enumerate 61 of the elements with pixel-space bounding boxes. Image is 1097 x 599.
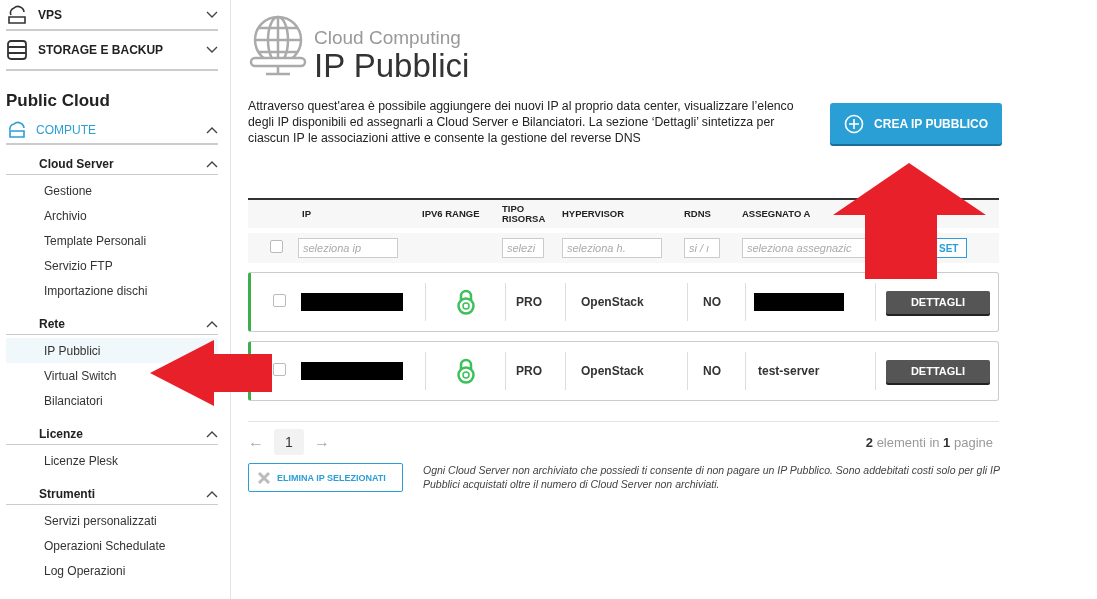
column-header: RDNS	[684, 209, 712, 219]
table-cell: OpenStack	[581, 364, 644, 378]
table-cell: test-server	[758, 364, 820, 378]
lock-icon	[455, 358, 476, 384]
table-cell: NO	[703, 364, 721, 378]
cloud-server-icon	[6, 121, 28, 139]
group-menu-item[interactable]: Cloud Server	[6, 145, 218, 175]
column-header: ASSEGNATO A	[742, 209, 812, 219]
column-header: HYPERVISOR	[562, 209, 626, 219]
sidebar-item[interactable]: Gestione	[6, 178, 99, 203]
sidebar-item[interactable]: Importazione dischi	[6, 278, 154, 303]
column-header: TIPO RISORSA	[502, 204, 547, 224]
chevron-down-icon[interactable]	[206, 46, 218, 54]
page-description: Attraverso quest'area è possibile aggiungere dei nuovi IP al proprio data center, visualizzare l’elenco degli IP disponibili ed assegnarli a Cloud Server e Bilanciatori. La sezione ‘Dettagli’ sintetizza per ciascun IP le associazioni attive e consente la gestione del reverse DNS	[248, 98, 795, 146]
hypervisor-filter-field[interactable]: seleziona h.	[562, 238, 662, 258]
assigned-filter-field[interactable]: seleziona assegnazic	[742, 238, 866, 258]
sidebar-item[interactable]: Operazioni Schedulate	[6, 533, 172, 558]
sidebar-item[interactable]: Virtual Switch	[6, 363, 123, 388]
section-heading: Public Cloud	[6, 91, 111, 111]
sidebar-item[interactable]: Servizio FTP	[6, 253, 119, 278]
chevron-up-icon[interactable]	[206, 429, 218, 438]
select-all-checkbox[interactable]	[270, 240, 283, 253]
details-button[interactable]: DETTAGLI	[886, 290, 990, 314]
table-cell: NO	[703, 295, 721, 309]
row-checkbox[interactable]	[273, 294, 286, 307]
sidebar-item[interactable]: Bilanciatori	[6, 388, 109, 413]
storage-icon	[6, 39, 28, 61]
plus-circle-icon	[844, 113, 865, 134]
cloud-server-icon	[6, 4, 28, 25]
sidebar-item[interactable]: Licenze Plesk	[6, 448, 125, 473]
group-menu-item[interactable]: Strumenti	[6, 475, 218, 505]
table-cell: OpenStack	[581, 295, 644, 309]
info-note: Ogni Cloud Server non archiviato che possiedi ti consente di non pagare un IP Pubblico. Sono addebitati costi solo per gli IP Pubblici acquistati oltre il numero di Cloud Server non archiviati.	[423, 463, 1001, 491]
group-menu-item[interactable]: Rete	[6, 305, 218, 335]
table-cell: PRO	[516, 295, 542, 309]
table-cell: PRO	[516, 364, 542, 378]
page-title: IP Pubblici	[314, 49, 470, 82]
sidebar-item[interactable]: Template Personali	[6, 228, 153, 253]
sidebar-item[interactable]: Servizi personalizzati	[6, 508, 163, 533]
chevron-up-icon[interactable]	[206, 319, 218, 328]
page-subtitle: Cloud Computing	[314, 27, 462, 49]
group-menu-item[interactable]: Licenze	[6, 415, 218, 445]
column-header: IPV6 RANGE	[422, 209, 481, 219]
row-checkbox[interactable]	[273, 363, 286, 376]
pagination-summary: 2 elementi in 1 pagine	[865, 434, 993, 450]
chevron-up-icon[interactable]	[206, 159, 218, 168]
column-header: IP	[301, 209, 312, 219]
product-menu-item[interactable]: STORAGE E BACKUP	[6, 31, 218, 71]
chevron-down-icon[interactable]	[206, 10, 218, 19]
close-icon	[257, 470, 271, 485]
chevron-up-icon[interactable]	[206, 126, 218, 134]
page-button[interactable]: 1	[274, 429, 304, 455]
product-menu-item[interactable]: VPS	[6, 0, 218, 31]
rdns-filter-field[interactable]: si / ı	[684, 238, 720, 258]
sidebar-item[interactable]: Log Operazioni	[6, 558, 132, 583]
lock-icon	[455, 289, 476, 315]
chevron-up-icon[interactable]	[206, 489, 218, 498]
sidebar-item[interactable]: Archivio	[6, 203, 93, 228]
type-filter-field[interactable]: selezi	[502, 238, 544, 258]
details-button[interactable]: DETTAGLI	[886, 359, 990, 383]
ip-filter-field[interactable]: seleziona ip	[298, 238, 398, 258]
